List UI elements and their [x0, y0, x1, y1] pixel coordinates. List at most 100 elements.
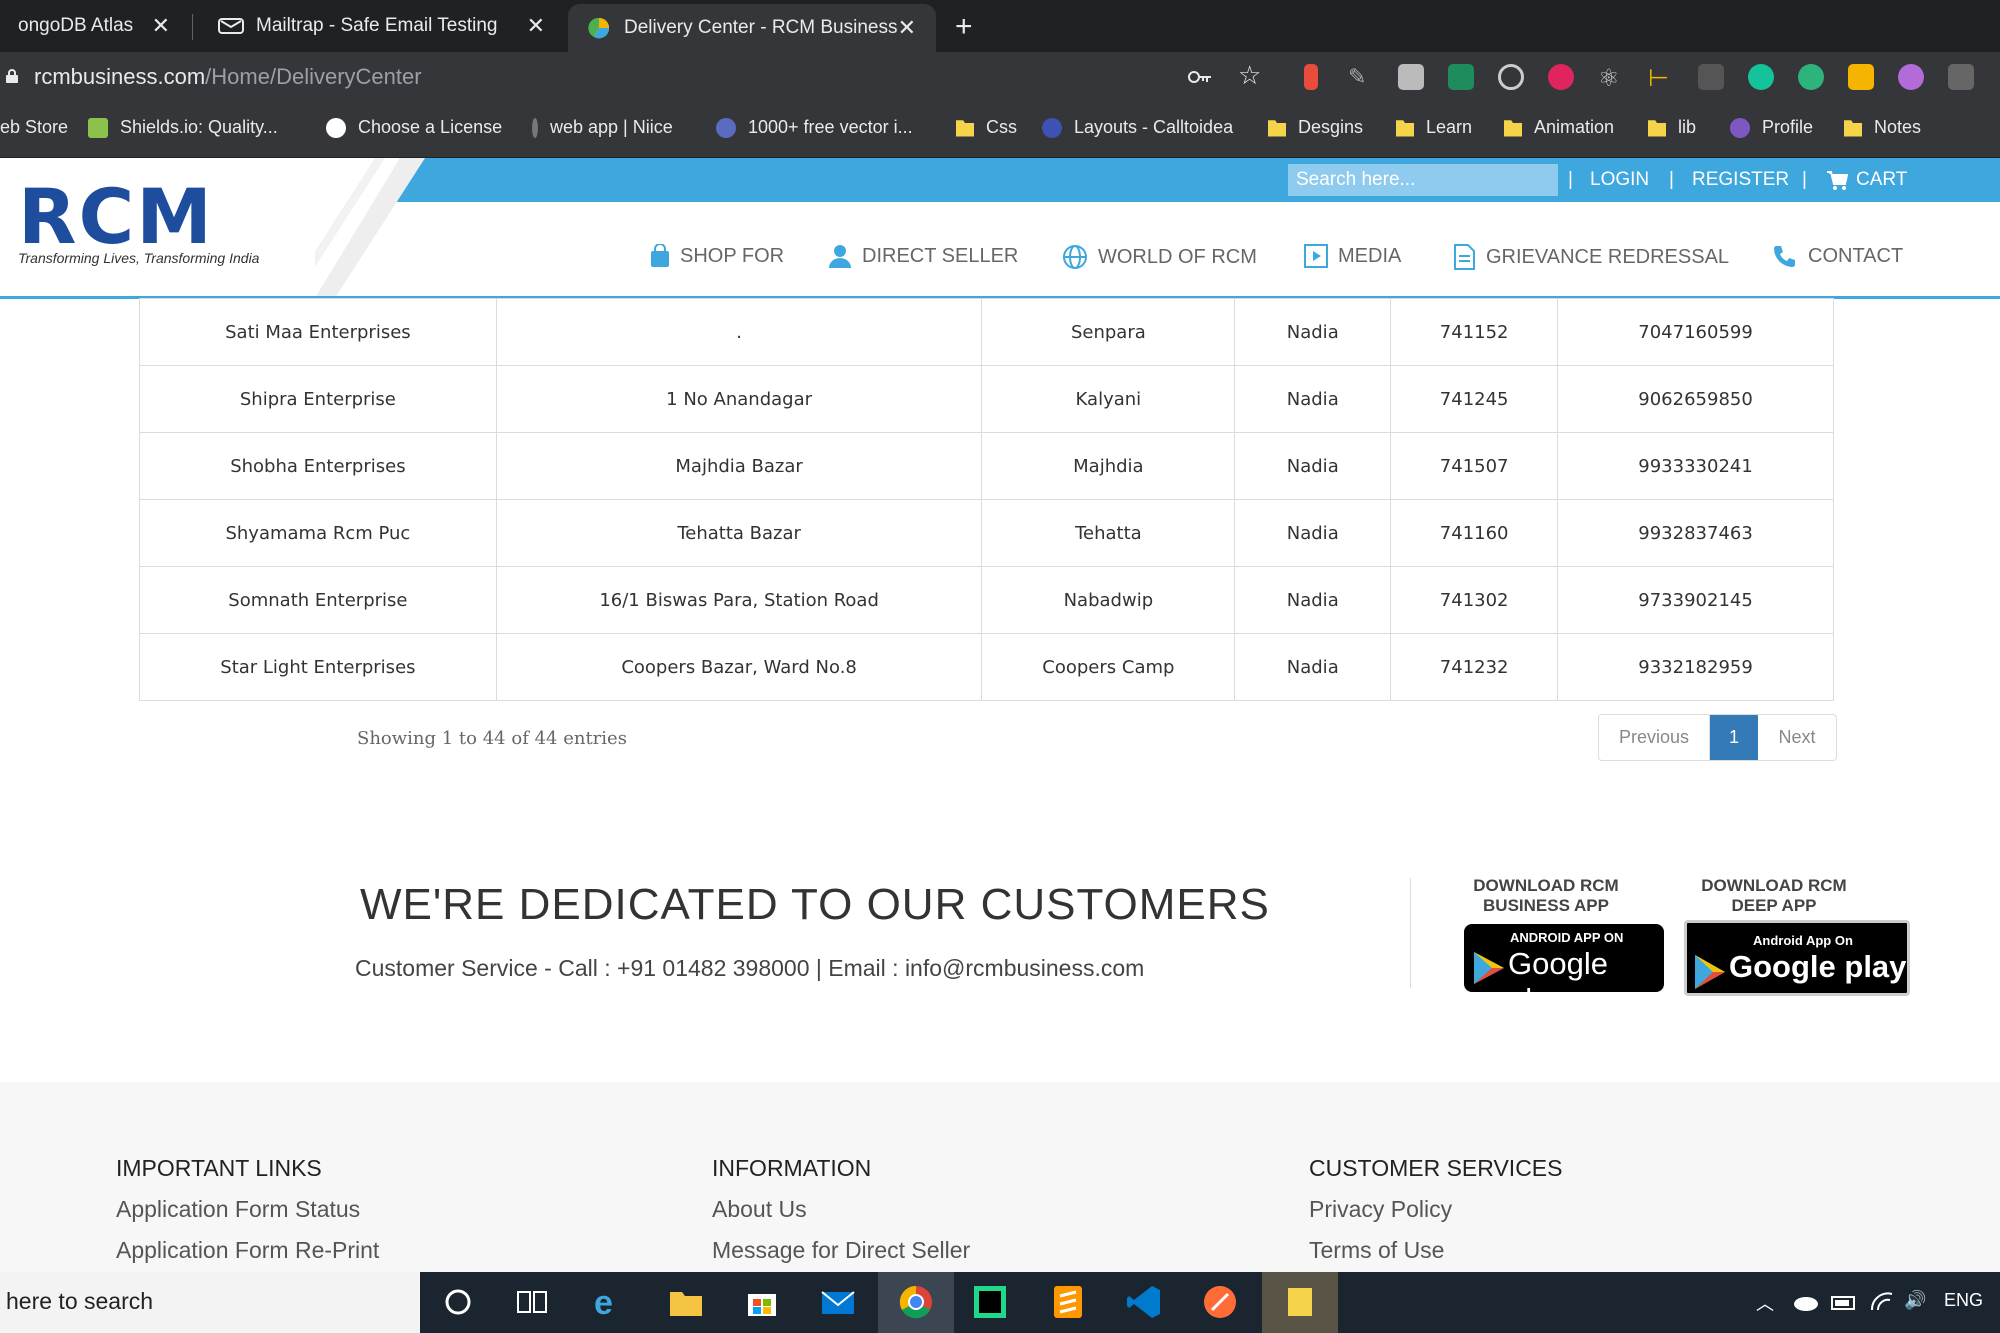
close-icon[interactable]: ✕: [527, 13, 545, 39]
mail-icon[interactable]: [820, 1284, 856, 1320]
bookmark-item[interactable]: 1000+ free vector i...: [716, 117, 913, 138]
bookmark-folder[interactable]: Learn: [1396, 117, 1472, 138]
nav-media[interactable]: MEDIA: [1304, 244, 1401, 268]
center-city: Senpara: [981, 298, 1236, 366]
login-link[interactable]: LOGIN: [1590, 169, 1649, 191]
cortana-icon[interactable]: [440, 1284, 476, 1320]
bookmark-item[interactable]: Profile: [1730, 117, 1813, 138]
extension-icon[interactable]: [1448, 64, 1474, 90]
nav-direct-seller[interactable]: DIRECT SELLER: [828, 244, 1018, 268]
footer-link[interactable]: Message for Direct Seller: [712, 1237, 970, 1264]
task-view-icon[interactable]: [514, 1284, 550, 1320]
nav-grievance-redressal[interactable]: GRIEVANCE REDRESSAL: [1452, 244, 1729, 270]
footer-link[interactable]: Application Form Re-Print: [116, 1237, 379, 1264]
taskbar-search-box[interactable]: here to search: [0, 1272, 420, 1333]
footer-link[interactable]: Terms of Use: [1309, 1237, 1444, 1264]
center-district: Nadia: [1234, 298, 1392, 366]
delivery-center-table: Sati Maa Enterprises . Senpara Nadia 741…: [139, 298, 1834, 701]
grammarly-icon[interactable]: [1748, 64, 1774, 90]
profile-icon: [1730, 117, 1750, 138]
footer-link[interactable]: About Us: [712, 1196, 807, 1223]
edge-icon[interactable]: e: [594, 1284, 630, 1322]
center-phone: 7047160599: [1557, 298, 1834, 366]
extension-icon[interactable]: [1898, 64, 1924, 90]
chrome-icon[interactable]: [898, 1284, 934, 1320]
site-search-input[interactable]: [1288, 164, 1558, 196]
url-text[interactable]: rcmbusiness.com/Home/DeliveryCenter: [34, 64, 422, 90]
new-tab-button[interactable]: +: [955, 10, 973, 44]
bookmark-item[interactable]: Choose a License: [326, 117, 502, 138]
center-name: Sati Maa Enterprises: [139, 298, 497, 366]
bookmark-folder[interactable]: Css: [956, 117, 1017, 138]
extension-icon[interactable]: [1948, 64, 1974, 90]
bookmark-folder[interactable]: Animation: [1504, 117, 1614, 138]
footer-link[interactable]: Application Form Status: [116, 1196, 360, 1223]
table-row: Shipra Enterprise 1 No Anandagar Kalyani…: [139, 365, 1834, 433]
center-pincode: 741302: [1390, 566, 1559, 634]
table-info: Showing 1 to 44 of 44 entries: [357, 728, 627, 749]
pen-extension-icon[interactable]: ✎: [1348, 64, 1374, 90]
extension-off-icon[interactable]: [1698, 64, 1724, 90]
tab-mongodb-atlas[interactable]: ongoDB Atlas ✕: [0, 0, 190, 52]
close-icon[interactable]: ✕: [152, 13, 170, 39]
sticky-notes-icon[interactable]: [1282, 1284, 1318, 1320]
niice-icon: [532, 117, 538, 138]
register-link[interactable]: REGISTER: [1692, 169, 1789, 191]
center-city: Kalyani: [981, 365, 1236, 433]
tab-delivery-center[interactable]: Delivery Center - RCM Business ✕: [568, 4, 936, 52]
rcm-logo[interactable]: RCM: [18, 172, 214, 261]
extension-icon[interactable]: [1848, 64, 1874, 90]
close-icon[interactable]: ✕: [898, 15, 916, 41]
tab-mailtrap[interactable]: Mailtrap - Safe Email Testing ✕: [200, 0, 565, 52]
store-icon[interactable]: [744, 1284, 780, 1320]
extension-icon[interactable]: [1548, 64, 1574, 90]
folder-icon: [1504, 120, 1522, 137]
extension-icon[interactable]: ⊢: [1648, 64, 1674, 92]
webstorm-icon[interactable]: [972, 1284, 1008, 1320]
page-1-button[interactable]: 1: [1710, 715, 1758, 760]
battery-icon[interactable]: [1830, 1292, 1858, 1312]
postman-icon[interactable]: [1202, 1284, 1238, 1320]
center-pincode: 741152: [1390, 298, 1559, 366]
previous-page-button[interactable]: Previous: [1599, 715, 1710, 760]
extension-icon[interactable]: [1304, 64, 1318, 90]
file-explorer-icon[interactable]: [668, 1284, 704, 1320]
bookmark-folder[interactable]: Desgins: [1268, 117, 1363, 138]
bookmark-item[interactable]: eb Store: [0, 117, 68, 138]
footer-link[interactable]: Privacy Policy: [1309, 1196, 1452, 1223]
show-hidden-icons[interactable]: ︿: [1756, 1290, 1774, 1316]
business-app-google-play-button[interactable]: ANDROID APP ON Google play: [1464, 924, 1664, 1017]
logo-tagline: Transforming Lives, Transforming India: [18, 250, 260, 266]
key-icon[interactable]: [1188, 68, 1212, 86]
language-indicator[interactable]: ENG: [1944, 1290, 1983, 1311]
volume-icon[interactable]: 🔊: [1904, 1290, 1926, 1311]
deep-app-google-play-button[interactable]: Android App On Google play: [1684, 920, 1910, 996]
media-icon: [1304, 244, 1328, 268]
nav-shop-for[interactable]: SHOP FOR: [650, 244, 784, 268]
onedrive-icon[interactable]: [1792, 1292, 1820, 1312]
extension-icon[interactable]: [1398, 64, 1424, 90]
react-extension-icon[interactable]: ⚛: [1598, 64, 1624, 92]
center-name: Shipra Enterprise: [139, 365, 497, 433]
center-district: Nadia: [1234, 566, 1392, 634]
business-app-title: DOWNLOAD RCM BUSINESS APP: [1473, 876, 1619, 915]
sublime-icon[interactable]: [1050, 1284, 1086, 1320]
customer-service-contact: Customer Service - Call : +91 01482 3980…: [355, 955, 1145, 981]
nav-contact[interactable]: CONTACT: [1772, 244, 1903, 268]
address-bar[interactable]: rcmbusiness.com/Home/DeliveryCenter ☆ ✎ …: [0, 52, 2000, 102]
next-page-button[interactable]: Next: [1758, 715, 1836, 760]
star-bookmark-icon[interactable]: ☆: [1238, 60, 1261, 91]
nav-world-of-rcm[interactable]: WORLD OF RCM: [1062, 244, 1257, 270]
bookmark-item[interactable]: web app | Niice: [532, 117, 673, 138]
bookmark-item[interactable]: Shields.io: Quality...: [88, 117, 278, 138]
extension-icon[interactable]: [1798, 64, 1824, 90]
wifi-icon[interactable]: [1868, 1290, 1896, 1314]
center-phone: 9932837463: [1557, 499, 1834, 567]
bookmark-item[interactable]: Layouts - Calltoidea: [1042, 117, 1233, 138]
bookmark-folder[interactable]: lib: [1648, 117, 1696, 138]
vscode-icon[interactable]: [1126, 1284, 1162, 1320]
extension-icon[interactable]: [1498, 64, 1524, 90]
bookmark-folder[interactable]: Notes: [1844, 117, 1921, 138]
cart-link[interactable]: CART: [1826, 169, 1907, 191]
center-address: .: [495, 298, 983, 366]
